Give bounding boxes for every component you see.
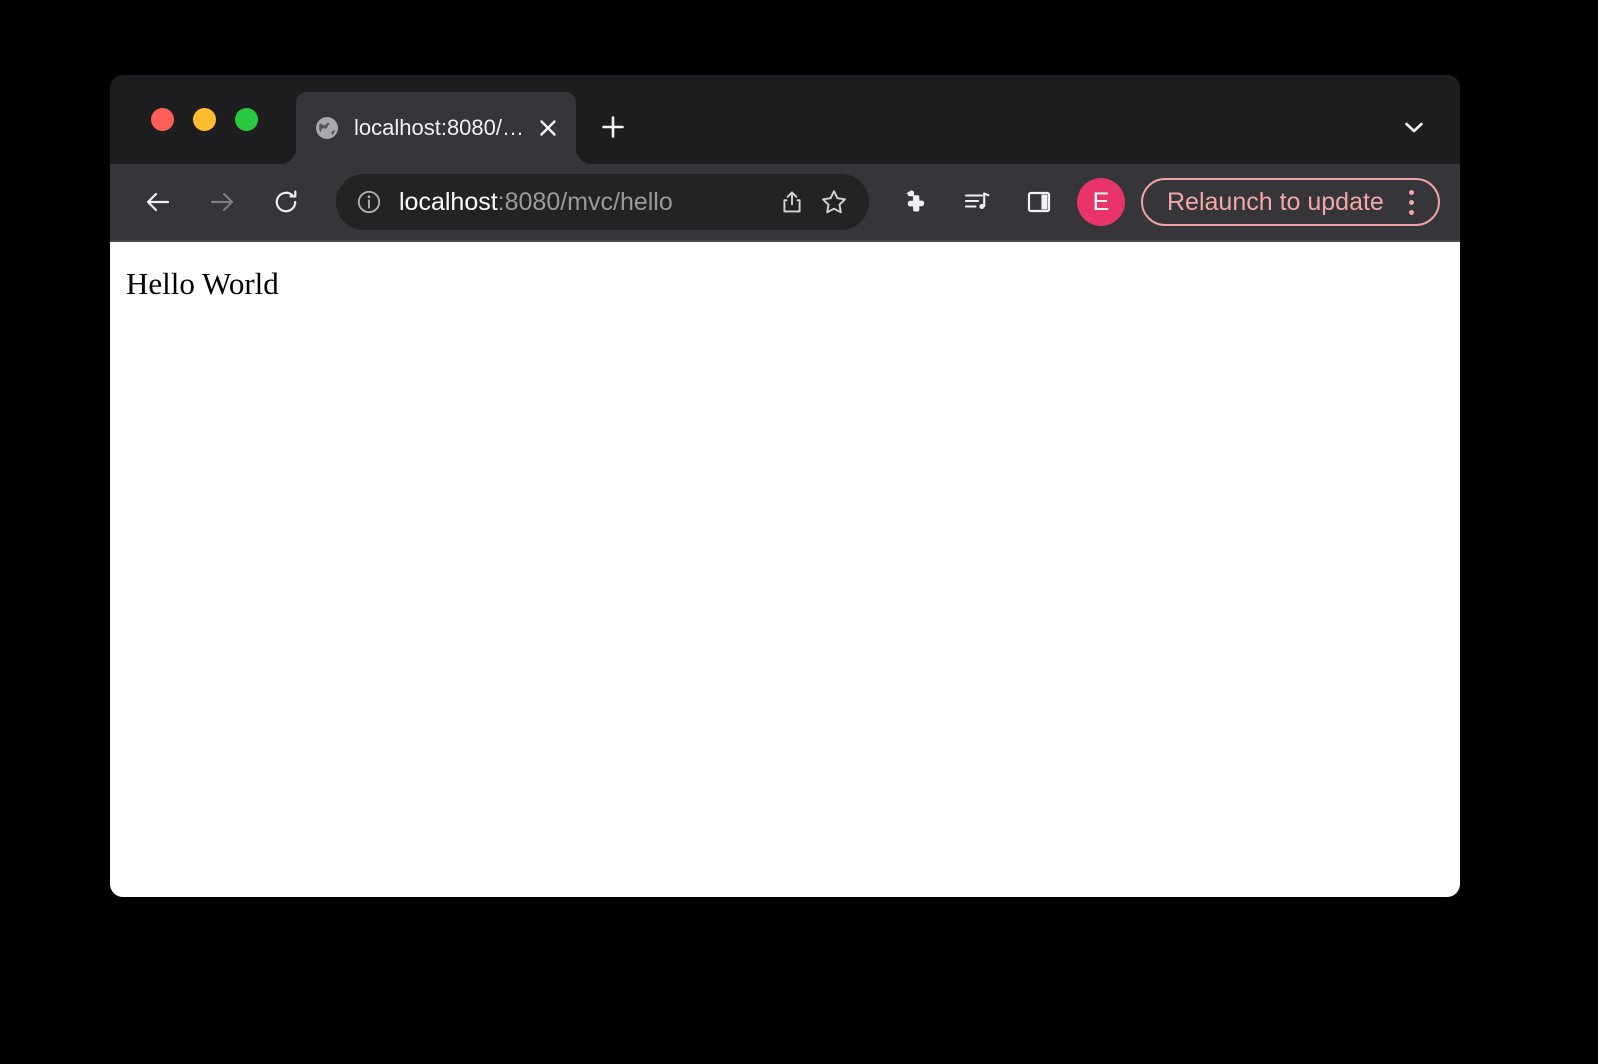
side-panel-icon [1024, 187, 1054, 217]
star-icon [820, 188, 848, 216]
arrow-left-icon [143, 187, 173, 217]
page-viewport: Hello World [110, 242, 1460, 897]
share-icon [779, 189, 805, 215]
relaunch-to-update-button[interactable]: Relaunch to update [1141, 178, 1440, 226]
address-bar-path: :8080/mvc/hello [497, 189, 673, 215]
side-panel-button[interactable] [1015, 178, 1063, 226]
profile-avatar[interactable]: E [1077, 178, 1125, 226]
address-bar[interactable]: localhost:8080/mvc/hello [336, 174, 869, 230]
reload-button[interactable] [262, 178, 310, 226]
arrow-right-icon [207, 187, 237, 217]
tab-search-button[interactable] [1390, 103, 1438, 151]
info-circle-icon[interactable] [354, 187, 384, 217]
globe-icon [314, 115, 340, 141]
window-minimize-button[interactable] [193, 108, 216, 131]
chevron-down-icon [1401, 114, 1427, 140]
tab-strip: localhost:8080/mvc/hello [110, 75, 1460, 164]
avatar-initial: E [1092, 187, 1110, 216]
plus-icon [600, 114, 626, 140]
window-close-button[interactable] [151, 108, 174, 131]
browser-tab-active[interactable]: localhost:8080/mvc/hello [296, 92, 576, 164]
relaunch-to-update-label: Relaunch to update [1167, 187, 1384, 216]
close-icon[interactable] [530, 110, 566, 146]
extensions-button[interactable] [891, 178, 939, 226]
browser-tab-title: localhost:8080/mvc/hello [354, 117, 530, 139]
window-traffic-lights [151, 108, 258, 131]
forward-button[interactable] [198, 178, 246, 226]
page-body-text: Hello World [126, 266, 279, 301]
browser-toolbar: localhost:8080/mvc/hello E Relaunch to u… [110, 164, 1460, 242]
browser-window: localhost:8080/mvc/hello [110, 75, 1460, 897]
address-bar-url: localhost:8080/mvc/hello [399, 190, 771, 215]
new-tab-button[interactable] [591, 105, 635, 149]
toolbar-action-buttons: E Relaunch to update [891, 178, 1440, 226]
address-bar-host: localhost [399, 189, 498, 215]
window-maximize-button[interactable] [235, 108, 258, 131]
media-playlist-icon [962, 187, 992, 217]
bookmark-button[interactable] [813, 181, 855, 223]
puzzle-piece-icon [900, 187, 930, 217]
back-button[interactable] [134, 178, 182, 226]
share-button[interactable] [771, 181, 813, 223]
media-control-button[interactable] [953, 178, 1001, 226]
kebab-menu-icon[interactable] [1392, 182, 1432, 222]
reload-icon [271, 187, 301, 217]
